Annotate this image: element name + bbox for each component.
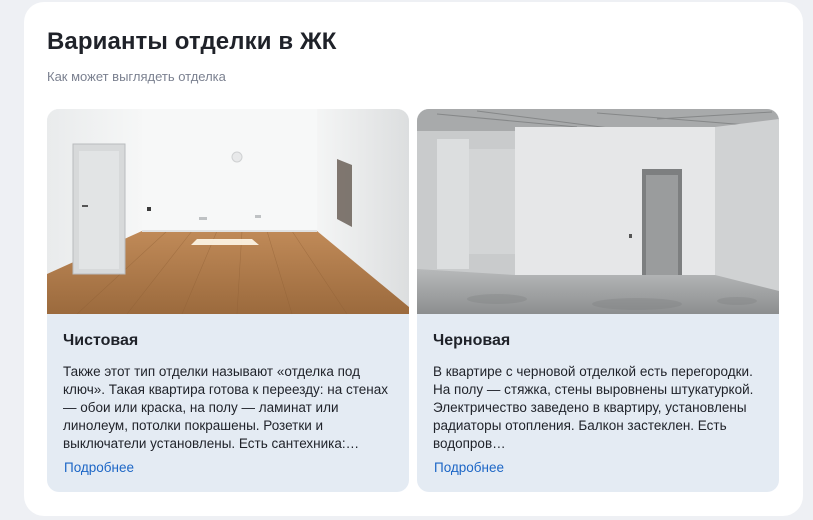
finish-options-panel: Варианты отделки в ЖК Как может выглядет…	[24, 2, 803, 516]
card-description: В квартире с черновой отделкой есть пере…	[433, 364, 754, 451]
more-link[interactable]: Подробнее	[434, 460, 504, 475]
finished-room-photo	[47, 109, 409, 314]
card-description: Также этот тип отделки называют «отделка…	[63, 364, 388, 451]
finish-card-clean[interactable]: Чистовая Также этот тип отделки называют…	[47, 109, 409, 492]
rough-room-photo	[417, 109, 779, 314]
more-link[interactable]: Подробнее	[64, 460, 134, 475]
finish-card-rough[interactable]: Черновая В квартире с черновой отделкой …	[417, 109, 779, 492]
section-subtitle: Как может выглядеть отделка	[47, 69, 226, 84]
section-title: Варианты отделки в ЖК	[47, 28, 337, 55]
card-title: Черновая	[433, 332, 511, 349]
card-title: Чистовая	[63, 332, 139, 349]
